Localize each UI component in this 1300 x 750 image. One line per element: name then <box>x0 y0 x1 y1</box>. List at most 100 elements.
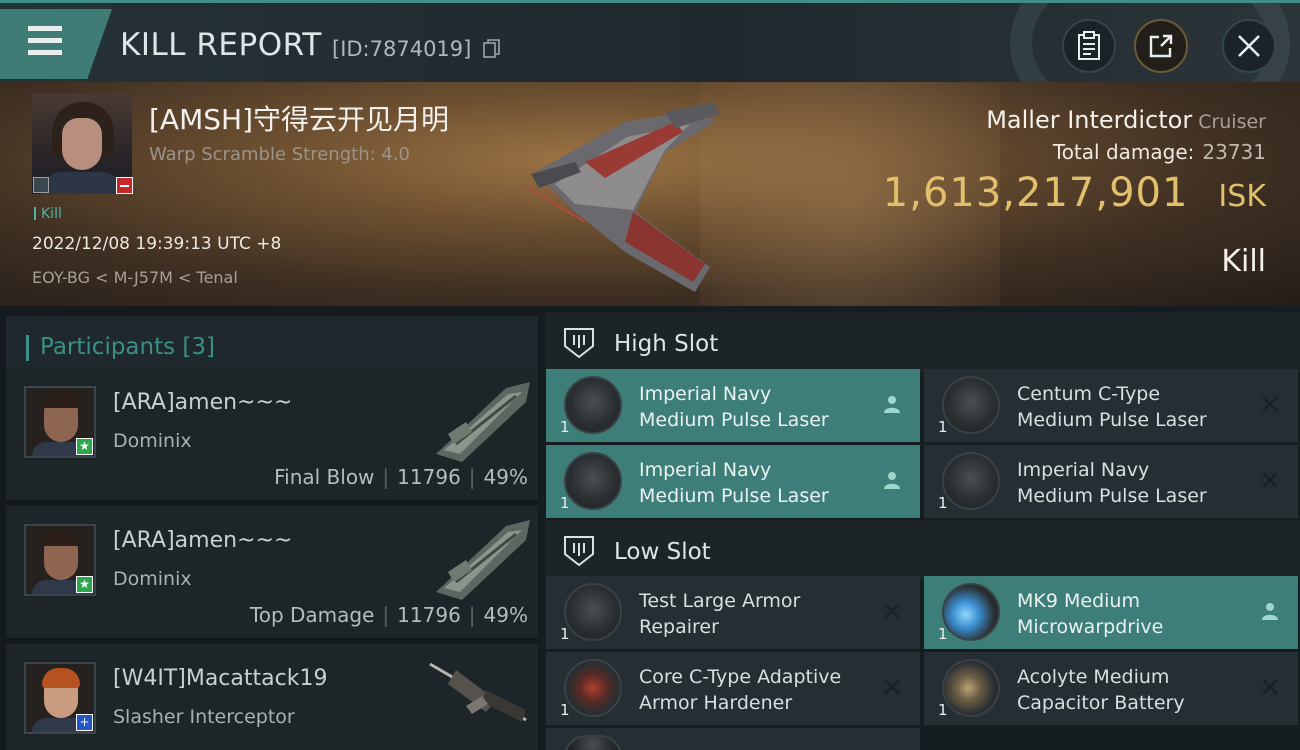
low-slot-label: Low Slot <box>614 539 711 565</box>
module-name-line2: Medium Pulse Laser <box>639 485 829 507</box>
participants-count: [3] <box>182 334 216 360</box>
participant-name: [ARA]amen~~~ <box>113 528 293 553</box>
module-name-line2: Medium Pulse Laser <box>1017 409 1207 431</box>
module-slot[interactable]: 1 Core C-Type Adaptive Armor Hardener <box>546 652 920 725</box>
star-icon: ★ <box>76 576 93 593</box>
warp-scramble-strength: Warp Scramble Strength: 4.0 <box>149 144 411 165</box>
close-icon <box>1238 35 1260 57</box>
participants-panel: Participants [3] ★ [ARA]amen~~~ Dominix … <box>0 306 540 750</box>
microwarpdrive-icon <box>942 583 1000 641</box>
pulse-laser-icon <box>564 376 622 434</box>
participant-ship: Slasher Interceptor <box>113 706 295 728</box>
kill-datetime: 2022/12/08 19:39:13 UTC +8 <box>32 234 282 254</box>
module-slot[interactable]: 1 Imperial Navy Medium Pulse Laser <box>546 445 920 518</box>
participants-header: Participants [3] <box>6 316 538 372</box>
victim-ship-name[interactable]: Maller Interdictor <box>986 106 1192 134</box>
close-button[interactable] <box>1222 19 1276 73</box>
participant-damage: 11796 <box>397 603 461 627</box>
module-quantity: 1 <box>560 494 570 512</box>
armor-repairer-icon <box>564 583 622 641</box>
isk-unit: ISK <box>1218 179 1266 214</box>
participant-percent: 49% <box>483 603 528 627</box>
module-slot[interactable]: 1 MK9 Medium Microwarpdrive <box>924 576 1298 649</box>
victim-ship-class: Cruiser <box>1198 111 1266 133</box>
module-name-line2: Capacitor Battery <box>1017 692 1185 714</box>
module-quantity: 1 <box>938 701 948 719</box>
participant-ship-image <box>436 382 530 462</box>
module-slot[interactable]: 1 Imperial Navy Medium Pulse Laser <box>546 369 920 442</box>
module-name-line1: Imperial Navy <box>639 383 772 405</box>
module-name-line1: Centum C-Type <box>1017 383 1161 405</box>
share-button[interactable] <box>1134 19 1188 73</box>
kill-tag: Kill <box>34 206 62 222</box>
fitting-panel: High Slot 1 Imperial Navy Medium Pulse La… <box>540 306 1300 750</box>
destroyed-x-icon <box>884 603 900 619</box>
dropped-person-icon <box>1262 603 1278 620</box>
star-icon: ★ <box>76 438 93 455</box>
module-slot[interactable]: 1 Acolyte Medium Capacitor Battery <box>924 652 1298 725</box>
kill-location[interactable]: EOY-BG < M-J57M < Tenal <box>32 268 238 287</box>
report-id: [ID:7874019] <box>332 37 472 61</box>
module-name-line2: Medium Pulse Laser <box>639 409 829 431</box>
destroyed-x-icon <box>1262 679 1278 695</box>
corporation-icon <box>33 177 49 193</box>
top-bar: KILL REPORT [ID:7874019] <box>0 0 1300 82</box>
standing-negative-icon <box>116 177 133 194</box>
menu-button[interactable] <box>0 9 112 79</box>
armor-hardener-icon <box>564 659 622 717</box>
participant-row[interactable]: + [W4IT]Macattack19 Slasher Interceptor <box>6 644 538 750</box>
plus-icon: + <box>76 714 93 731</box>
module-name-line1: Core C-Type Adaptive <box>639 666 842 688</box>
participant-name: [W4IT]Macattack19 <box>113 666 328 691</box>
share-icon <box>1149 34 1173 58</box>
result-label: Kill <box>1221 244 1266 279</box>
clipboard-button[interactable] <box>1062 19 1116 73</box>
module-quantity: 1 <box>560 625 570 643</box>
participants-label: Participants <box>40 334 176 360</box>
participant-ship-image <box>436 520 530 600</box>
module-icon <box>564 735 622 750</box>
module-name-line1: MK9 Medium <box>1017 590 1140 612</box>
participant-ship: Dominix <box>113 430 192 452</box>
participant-row[interactable]: ★ [ARA]amen~~~ Dominix Top Damage | 11796 |… <box>6 506 538 640</box>
module-slot-partial[interactable] <box>546 728 920 750</box>
module-name-line2: Microwarpdrive <box>1017 616 1164 638</box>
dropped-person-icon <box>884 396 900 413</box>
destroyed-x-icon <box>1262 472 1278 488</box>
total-damage-label: Total damage: <box>1052 140 1195 164</box>
participant-damage: 11796 <box>397 465 461 489</box>
destroyed-x-icon <box>1262 396 1278 412</box>
dropped-person-icon <box>884 472 900 489</box>
destroyed-x-icon <box>884 679 900 695</box>
victim-ship-image[interactable] <box>515 92 755 302</box>
module-name-line2: Medium Pulse Laser <box>1017 485 1207 507</box>
participant-percent: 49% <box>483 465 528 489</box>
page-title: KILL REPORT <box>120 27 322 63</box>
participant-ship-image <box>429 662 527 722</box>
capacitor-battery-icon <box>942 659 1000 717</box>
high-slot-icon <box>564 328 594 359</box>
high-slot-label: High Slot <box>614 331 719 357</box>
high-slot-header: High Slot <box>546 312 1300 372</box>
low-slot-icon <box>564 536 594 567</box>
module-quantity: 1 <box>938 418 948 436</box>
clipboard-icon <box>1078 31 1100 60</box>
total-damage-value: 23731 <box>1202 140 1266 164</box>
victim-name[interactable]: [AMSH]守得云开见月明 <box>149 98 449 138</box>
victim-banner: [AMSH]守得云开见月明 Warp Scramble Strength: 4.… <box>0 82 1300 306</box>
participant-row[interactable]: ★ [ARA]amen~~~ Dominix Final Blow | 11796 |… <box>6 368 538 502</box>
module-slot[interactable]: 1 Imperial Navy Medium Pulse Laser <box>924 445 1298 518</box>
participant-role: Top Damage <box>249 603 375 627</box>
copy-icon[interactable] <box>483 39 501 59</box>
module-quantity: 1 <box>938 625 948 643</box>
module-quantity: 1 <box>560 701 570 719</box>
pulse-laser-icon <box>942 376 1000 434</box>
module-name-line2: Repairer <box>639 616 719 638</box>
module-slot[interactable]: 1 Centum C-Type Medium Pulse Laser <box>924 369 1298 442</box>
pulse-laser-icon <box>564 452 622 510</box>
participant-ship: Dominix <box>113 568 192 590</box>
module-slot[interactable]: 1 Test Large Armor Repairer <box>546 576 920 649</box>
pulse-laser-icon <box>942 452 1000 510</box>
module-name-line1: Imperial Navy <box>639 459 772 481</box>
module-name-line1: Acolyte Medium <box>1017 666 1170 688</box>
